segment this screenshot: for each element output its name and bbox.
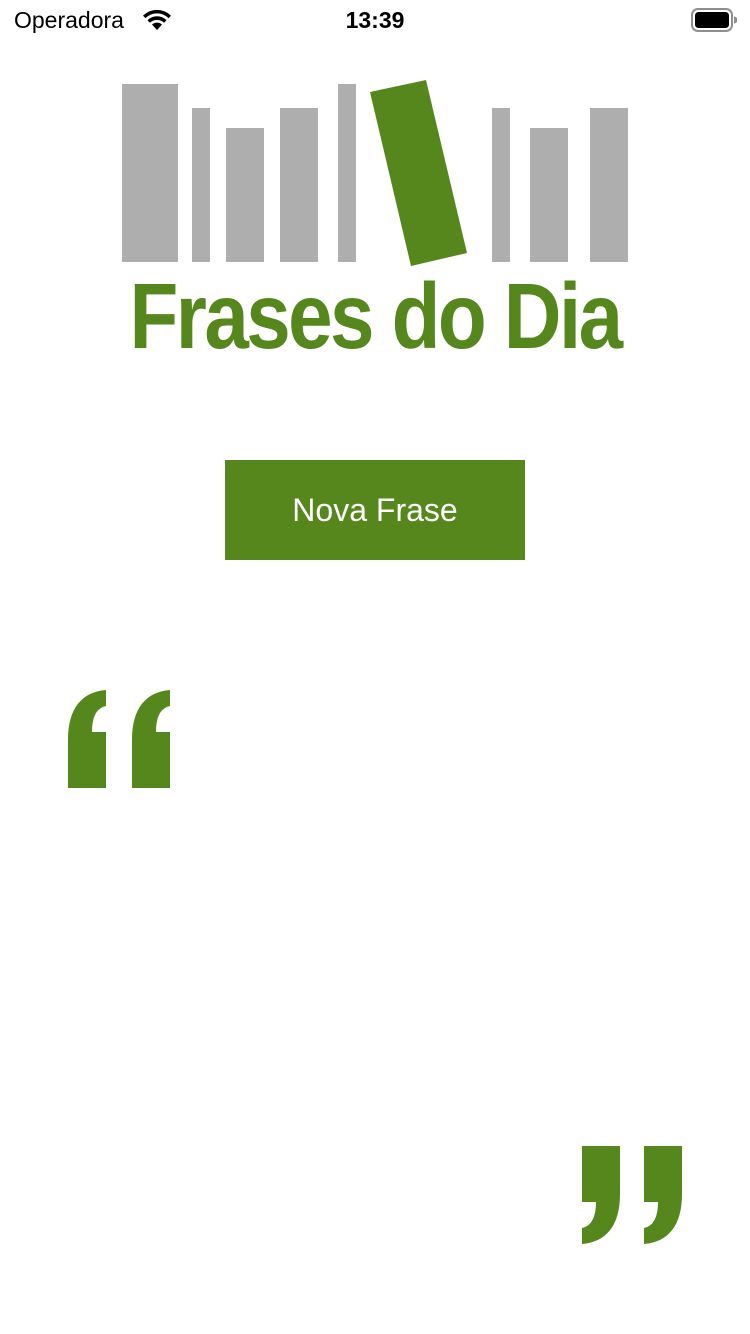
app-logo-title: Frases do Dia xyxy=(129,264,624,368)
close-quote-icon xyxy=(582,1146,682,1244)
phrase-text xyxy=(70,800,680,1130)
new-phrase-button[interactable]: Nova Frase xyxy=(225,460,525,560)
open-quote-icon xyxy=(68,690,170,788)
books-icon xyxy=(122,80,628,266)
